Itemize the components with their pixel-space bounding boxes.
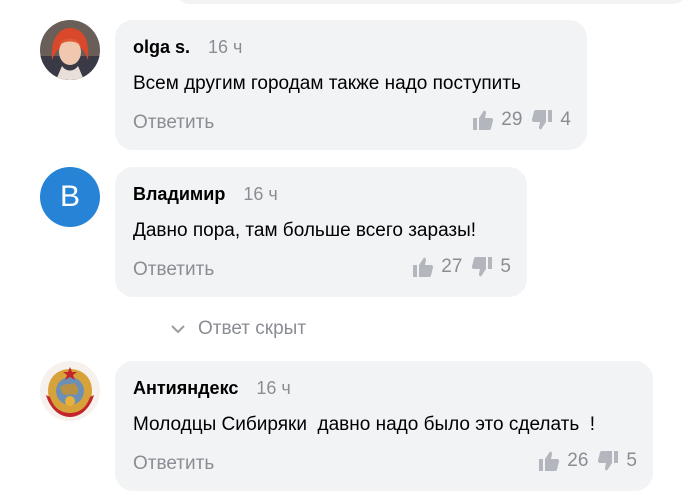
avatar-letter: В (59, 180, 80, 213)
hidden-reply-label: Ответ скрыт (198, 318, 307, 339)
comment-bubble: olga s. 16 ч Всем другим городам также на… (115, 20, 587, 150)
comment-author[interactable]: Владимир (133, 184, 225, 204)
avatar[interactable] (40, 361, 100, 421)
previous-comment-bubble-edge (175, 0, 687, 4)
comment-author[interactable]: olga s. (133, 37, 190, 57)
dislike-count: 5 (500, 256, 511, 277)
vote-controls: 26 5 (537, 449, 637, 473)
comment-bubble: Антияндекс 16 ч Молодцы Сибиряки давно на… (115, 361, 653, 491)
comment-text: Молодцы Сибиряки давно надо было это сде… (133, 414, 596, 435)
thumbs-up-icon (539, 451, 560, 471)
comment-header: Владимир 16 ч (133, 184, 278, 205)
like-button[interactable]: 29 (471, 108, 522, 132)
comment-bubble: Владимир 16 ч Давно пора, там больше всег… (115, 167, 527, 297)
dislike-button[interactable]: 5 (470, 255, 511, 279)
comment-time[interactable]: 16 ч (256, 378, 290, 398)
reply-button[interactable]: Ответить (133, 259, 214, 281)
hidden-reply-toggle[interactable]: Ответ скрыт (168, 318, 306, 340)
comment-text: Всем другим городам также надо поступить (133, 73, 521, 94)
comment-time[interactable]: 16 ч (243, 184, 277, 204)
avatar[interactable] (40, 20, 100, 80)
soviet-emblem-icon (40, 361, 100, 421)
user-photo-icon (40, 20, 100, 80)
vote-controls: 29 4 (471, 108, 571, 132)
like-count: 29 (501, 109, 523, 130)
comment-author[interactable]: Антияндекс (133, 378, 238, 398)
reply-button[interactable]: Ответить (133, 112, 214, 134)
dislike-button[interactable]: 5 (596, 449, 637, 473)
comment-header: Антияндекс 16 ч (133, 378, 291, 399)
thumbs-down-icon (532, 110, 553, 130)
like-button[interactable]: 26 (537, 449, 588, 473)
avatar[interactable]: В (40, 167, 100, 227)
like-button[interactable]: 27 (411, 255, 462, 279)
thumbs-up-icon (413, 257, 434, 277)
reply-button[interactable]: Ответить (133, 453, 214, 475)
like-count: 26 (567, 450, 589, 471)
dislike-count: 5 (626, 450, 637, 471)
comment-time[interactable]: 16 ч (208, 37, 242, 57)
thumbs-down-icon (598, 451, 619, 471)
thumbs-down-icon (472, 257, 493, 277)
comment-header: olga s. 16 ч (133, 37, 242, 58)
dislike-count: 4 (560, 109, 571, 130)
chevron-down-icon (171, 325, 185, 334)
like-count: 27 (441, 256, 463, 277)
vote-controls: 27 5 (411, 255, 511, 279)
thumbs-up-icon (473, 110, 494, 130)
comment-text: Давно пора, там больше всего заразы! (133, 220, 477, 241)
dislike-button[interactable]: 4 (530, 108, 571, 132)
